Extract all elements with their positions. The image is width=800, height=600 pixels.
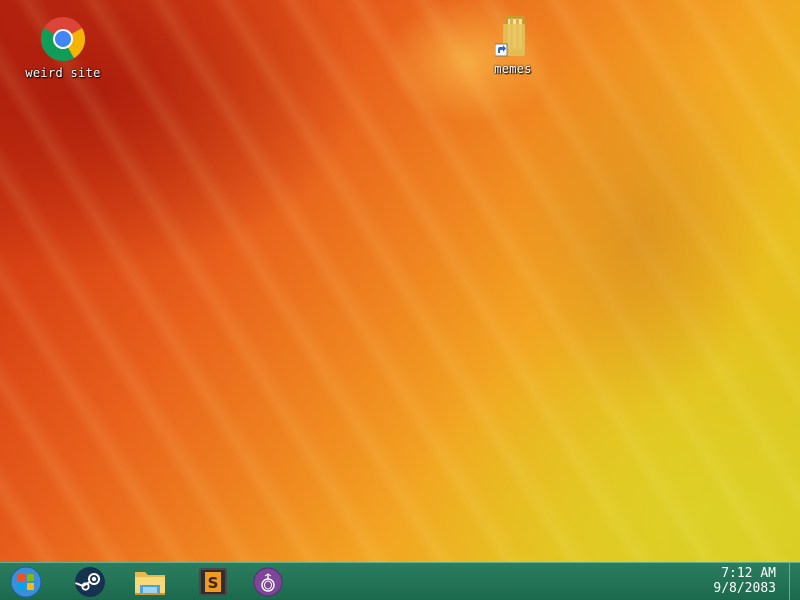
- desktop-icon-label: weird site: [25, 66, 101, 80]
- chrome-icon: [41, 17, 85, 61]
- clock-date: 9/8/2083: [713, 581, 776, 596]
- start-button[interactable]: [9, 566, 43, 598]
- tor-browser-icon: [253, 567, 283, 597]
- system-clock[interactable]: 7:12 AM 9/8/2083: [713, 566, 776, 596]
- taskbar-sublime-text-button[interactable]: S: [196, 566, 230, 598]
- taskbar: S 7:12 AM 9/8/2083: [0, 562, 800, 600]
- file-explorer-icon: [135, 572, 165, 595]
- sublime-text-icon: S: [199, 568, 227, 596]
- show-desktop-button[interactable]: [789, 563, 800, 600]
- clock-time: 7:12 AM: [721, 566, 776, 581]
- windows-logo-icon: [10, 566, 42, 598]
- taskbar-steam-button[interactable]: [73, 566, 107, 598]
- taskbar-tor-browser-button[interactable]: [251, 566, 285, 598]
- steam-icon: [75, 567, 105, 597]
- desktop-icon-memes[interactable]: memes: [480, 14, 546, 76]
- desktop[interactable]: weird site memes: [0, 0, 800, 562]
- svg-text:S: S: [208, 574, 219, 592]
- taskbar-file-explorer-button[interactable]: [133, 566, 167, 598]
- folder-shortcut-icon: [494, 14, 531, 58]
- desktop-icon-label: memes: [494, 62, 532, 76]
- desktop-icon-weird-site[interactable]: weird site: [18, 16, 108, 80]
